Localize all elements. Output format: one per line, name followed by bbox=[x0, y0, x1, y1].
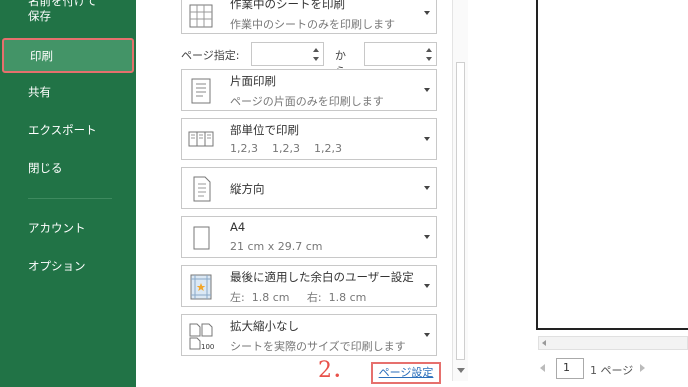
paper-size-dropdown[interactable]: A4 21 cm x 29.7 cm bbox=[181, 216, 437, 258]
previous-page-icon[interactable] bbox=[540, 364, 545, 372]
orientation-title: 縦方向 bbox=[230, 182, 265, 196]
settings-scrollbar[interactable] bbox=[452, 0, 468, 381]
print-what-dropdown[interactable]: 作業中のシートを印刷 作業中のシートのみを印刷します bbox=[181, 0, 437, 34]
total-pages-label: 1 ページ bbox=[590, 364, 634, 377]
sides-dropdown[interactable]: 片面印刷 ページの片面のみを印刷します bbox=[181, 69, 437, 111]
sidebar-item-save-as[interactable]: 名前を付けて 保存 bbox=[0, 0, 136, 24]
spin-up-icon[interactable] bbox=[426, 48, 432, 52]
one-sided-page-icon bbox=[191, 78, 211, 104]
sidebar-item-share[interactable]: 共有 bbox=[0, 84, 136, 100]
current-page-input[interactable]: 1 bbox=[556, 358, 584, 379]
margins-desc: 左: 1.8 cm 右: 1.8 cm bbox=[230, 291, 367, 304]
custom-margins-icon bbox=[190, 274, 212, 300]
scaling-title: 拡大縮小なし bbox=[230, 319, 299, 333]
sidebar-item-close[interactable]: 閉じる bbox=[0, 160, 136, 176]
sides-desc: ページの片面のみを印刷します bbox=[230, 95, 384, 108]
scroll-left-icon[interactable] bbox=[542, 340, 546, 346]
scaling-dropdown[interactable]: 100 拡大縮小なし シートを実際のサイズで印刷します bbox=[181, 314, 437, 356]
no-scaling-icon: 100 bbox=[189, 323, 214, 350]
pages-from-input[interactable] bbox=[251, 42, 324, 66]
preview-horizontal-scrollbar[interactable] bbox=[538, 336, 688, 350]
chevron-down-icon bbox=[424, 235, 430, 239]
sheet-grid-icon bbox=[189, 4, 213, 28]
orientation-dropdown[interactable]: 縦方向 bbox=[181, 167, 437, 209]
sidebar-item-options[interactable]: オプション bbox=[0, 258, 136, 274]
page-setup-link[interactable]: ページ設定 bbox=[371, 362, 441, 384]
chevron-down-icon bbox=[424, 11, 430, 15]
collate-dropdown[interactable]: 部単位で印刷 1,2,3 1,2,3 1,2,3 bbox=[181, 118, 437, 160]
sidebar-item-print[interactable]: 印刷 bbox=[2, 38, 134, 73]
sidebar-divider bbox=[28, 198, 112, 199]
preview-page bbox=[536, 0, 688, 330]
print-what-title: 作業中のシートを印刷 bbox=[230, 0, 345, 11]
scrollbar-thumb[interactable] bbox=[456, 62, 465, 360]
paper-size-desc: 21 cm x 29.7 cm bbox=[230, 240, 323, 253]
sidebar-item-export[interactable]: エクスポート bbox=[0, 122, 136, 138]
margins-title: 最後に適用した余白のユーザー設定 bbox=[230, 270, 414, 284]
chevron-down-icon bbox=[424, 186, 430, 190]
portrait-page-icon bbox=[193, 176, 211, 202]
chevron-down-icon bbox=[424, 137, 430, 141]
svg-text:100: 100 bbox=[201, 343, 214, 350]
next-page-icon[interactable] bbox=[640, 364, 645, 372]
spin-down-icon[interactable] bbox=[426, 57, 432, 61]
paper-size-icon bbox=[193, 226, 210, 250]
sides-title: 片面印刷 bbox=[230, 74, 276, 88]
paper-size-title: A4 bbox=[230, 220, 246, 234]
print-settings-panel: 作業中のシートを印刷 作業中のシートのみを印刷します ページ指定: から 片面印… bbox=[136, 0, 453, 387]
margins-dropdown[interactable]: 最後に適用した余白のユーザー設定 左: 1.8 cm 右: 1.8 cm bbox=[181, 265, 437, 307]
pages-to-input[interactable] bbox=[364, 42, 437, 66]
chevron-down-icon bbox=[424, 88, 430, 92]
backstage-sidebar: 名前を付けて 保存 印刷 共有 エクスポート 閉じる アカウント オプション bbox=[0, 0, 136, 387]
spin-down-icon[interactable] bbox=[313, 57, 319, 61]
scaling-desc: シートを実際のサイズで印刷します bbox=[230, 340, 406, 353]
chevron-down-icon bbox=[424, 284, 430, 288]
step-number-annotation: 2． bbox=[318, 358, 354, 383]
collate-title: 部単位で印刷 bbox=[230, 123, 299, 137]
collate-pages-icon bbox=[188, 131, 214, 147]
spin-up-icon[interactable] bbox=[313, 48, 319, 52]
collate-desc: 1,2,3 1,2,3 1,2,3 bbox=[230, 142, 342, 155]
scroll-down-icon[interactable] bbox=[457, 368, 465, 373]
chevron-down-icon bbox=[424, 333, 430, 337]
pages-label: ページ指定: bbox=[181, 49, 240, 62]
print-what-desc: 作業中のシートのみを印刷します bbox=[230, 18, 395, 31]
sidebar-item-account[interactable]: アカウント bbox=[0, 220, 136, 236]
